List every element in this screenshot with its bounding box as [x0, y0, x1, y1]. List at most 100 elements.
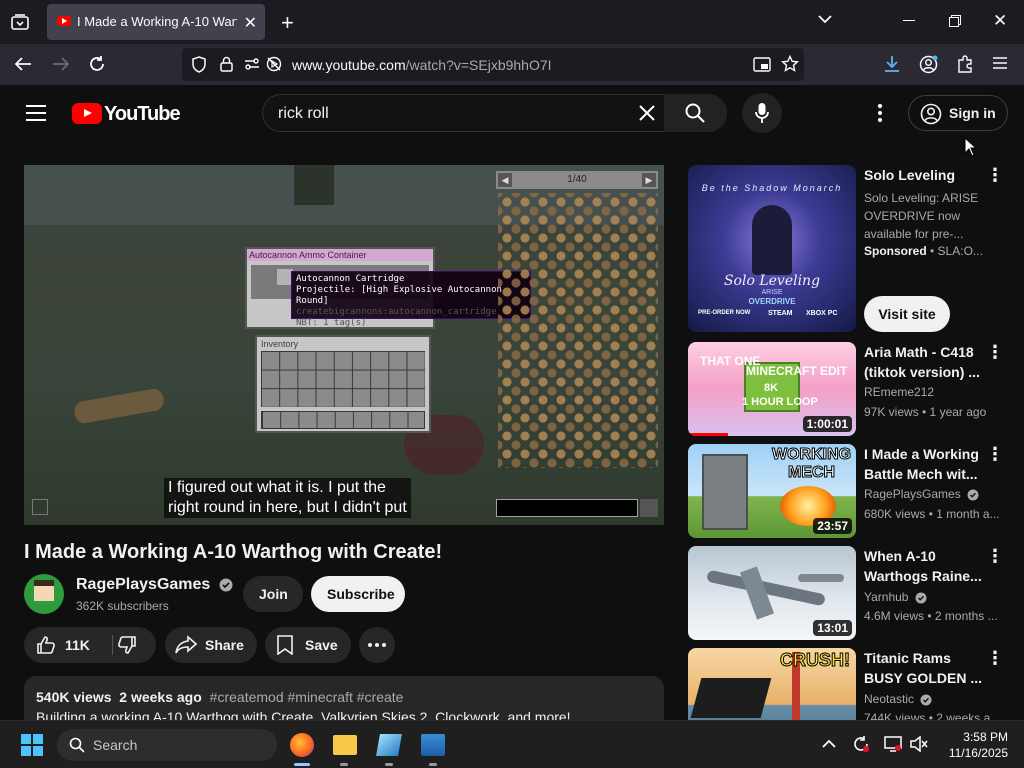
windows-start-icon[interactable]: [21, 734, 43, 756]
channel-name-text: RagePlaysGames: [864, 487, 961, 501]
ad-logo-title: Solo Leveling: [723, 273, 821, 289]
url-bar[interactable]: www.youtube.com/watch?v=SEjxb9hhO7I: [182, 48, 804, 81]
channel-name[interactable]: RagePlaysGames: [76, 576, 233, 594]
jei-next-icon[interactable]: ▶: [642, 173, 656, 187]
account-icon[interactable]: [919, 55, 938, 74]
video-more-icon[interactable]: ⋮: [986, 648, 1004, 669]
tab-manager-icon[interactable]: [10, 13, 30, 31]
sign-in-button[interactable]: Sign in: [908, 95, 1008, 131]
video-duration: 1:00:01: [802, 416, 852, 432]
reload-icon[interactable]: [88, 55, 106, 73]
search-clear-icon[interactable]: [639, 105, 655, 121]
video-more-icon[interactable]: ⋮: [986, 444, 1004, 465]
game-log: [72, 387, 166, 425]
autoplay-blocked-icon[interactable]: [266, 56, 282, 72]
save-button[interactable]: Save: [265, 627, 351, 663]
channel-name-text: Neotastic: [864, 692, 915, 706]
view-count: 540K views: [36, 689, 112, 705]
extensions-puzzle-icon[interactable]: [956, 55, 974, 73]
ammo-container-title: Autocannon Ammo Container: [247, 249, 433, 261]
description-box[interactable]: 540K views 2 weeks ago #createmod #minec…: [24, 676, 664, 720]
share-button[interactable]: Share: [165, 627, 257, 663]
voice-search-button[interactable]: [742, 93, 782, 133]
video-more-icon[interactable]: ⋮: [986, 546, 1004, 567]
network-icon[interactable]: [884, 736, 902, 752]
app-icon-1[interactable]: [376, 734, 402, 756]
sponsored-label: Sponsored: [864, 244, 927, 258]
ad-sponsor-line: Sponsored • SLA:O...: [864, 244, 983, 258]
watch-progress-bar: [688, 433, 728, 436]
browser-nav-bar: www.youtube.com/watch?v=SEjxb9hhO7I: [0, 44, 1024, 85]
jei-header: ◀ 1/40 ▶: [496, 171, 658, 189]
jei-search-field[interactable]: [496, 499, 638, 517]
system-clock[interactable]: 3:58 PM 11/16/2025: [940, 729, 1008, 761]
shield-icon[interactable]: [192, 56, 206, 73]
jei-settings-icon[interactable]: [640, 499, 658, 517]
video-thumbnail-aria-math[interactable]: THAT ONE MINECRAFT EDIT 8K 1 HOUR LOOP 1…: [688, 342, 856, 436]
ad-footer-steam: STEAM: [768, 310, 793, 317]
hashtags[interactable]: #createmod #minecraft #create: [210, 689, 404, 705]
permissions-icon[interactable]: [244, 57, 260, 71]
join-button[interactable]: Join: [243, 576, 303, 612]
taskbar-search[interactable]: Search: [57, 729, 277, 761]
video-title-battle-mech[interactable]: I Made a Working Battle Mech wit...: [864, 444, 988, 484]
firefox-running-indicator: [294, 763, 310, 766]
microphone-icon: [755, 102, 769, 124]
share-label: Share: [205, 637, 244, 653]
channel-yarnhub[interactable]: Yarnhub: [864, 590, 927, 604]
video-thumbnail-titanic[interactable]: CRUSH!: [688, 648, 856, 720]
back-arrow-icon[interactable]: [14, 56, 32, 72]
guide-menu-icon[interactable]: [26, 105, 46, 121]
video-title-a10[interactable]: When A-10 Warthogs Raine...: [864, 546, 988, 586]
downloads-icon[interactable]: [883, 55, 901, 73]
app-icon-2[interactable]: [421, 734, 445, 756]
restore-icon[interactable]: [949, 15, 961, 27]
ad-more-icon[interactable]: ⋮: [986, 165, 1004, 186]
youtube-logo[interactable]: YouTube: [72, 102, 181, 125]
video-player[interactable]: Autocannon Ammo Container Autocannon Car…: [24, 165, 664, 525]
minimize-icon[interactable]: [903, 20, 915, 21]
new-tab-plus-icon[interactable]: +: [281, 10, 294, 36]
video-title-titanic[interactable]: Titanic Rams BUSY GOLDEN ...: [864, 648, 988, 688]
volume-muted-icon[interactable]: [910, 736, 928, 752]
tray-chevron-up-icon[interactable]: [822, 739, 836, 749]
file-explorer-icon[interactable]: [333, 735, 357, 755]
visit-site-button[interactable]: Visit site: [864, 296, 950, 332]
channel-avatar[interactable]: [24, 574, 64, 614]
mouse-cursor-icon: [964, 137, 978, 157]
search-button[interactable]: [664, 94, 727, 132]
ad-thumbnail[interactable]: Be the Shadow Monarch Solo Leveling ARIS…: [688, 165, 856, 332]
jei-item-grid[interactable]: [498, 193, 658, 468]
browser-tab-active[interactable]: I Made a Working A-10 Warthog with Creat…: [47, 4, 265, 40]
menu-hamburger-icon[interactable]: [993, 57, 1007, 69]
hotbar-grid: [261, 411, 425, 429]
bookmark-star-icon[interactable]: [781, 55, 799, 73]
inventory-label: Inventory: [261, 339, 299, 349]
sync-icon[interactable]: [852, 735, 870, 753]
thumbs-down-icon[interactable]: [117, 635, 137, 655]
picture-in-picture-icon[interactable]: [753, 57, 771, 72]
video-duration: 23:57: [813, 518, 852, 534]
more-actions-button[interactable]: [359, 627, 395, 663]
video-thumbnail-battle-mech[interactable]: WORKING MECH 23:57: [688, 444, 856, 538]
subscribe-button[interactable]: Subscribe: [311, 576, 405, 612]
window-close-icon[interactable]: ✕: [993, 11, 1007, 31]
video-more-icon[interactable]: ⋮: [986, 342, 1004, 363]
join-label: Join: [259, 586, 288, 602]
like-button[interactable]: 11K: [24, 627, 112, 663]
ad-title[interactable]: Solo Leveling: [864, 165, 988, 185]
channel-rageplaysgames[interactable]: RagePlaysGames: [864, 487, 979, 501]
search-input[interactable]: rick roll: [262, 94, 727, 132]
channel-neotastic[interactable]: Neotastic: [864, 692, 932, 706]
video-thumbnail-a10[interactable]: 13:01: [688, 546, 856, 640]
video-title-aria-math[interactable]: Aria Math - C418 (tiktok version) ...: [864, 342, 988, 382]
tab-list-chevron-icon[interactable]: [818, 14, 832, 24]
settings-kebab-icon[interactable]: [878, 104, 882, 122]
channel-remem[interactable]: REmeme212: [864, 385, 934, 399]
url-text: www.youtube.com/watch?v=SEjxb9hhO7I: [292, 57, 552, 73]
lock-icon[interactable]: [220, 56, 233, 72]
forward-arrow-icon[interactable]: [52, 56, 70, 72]
firefox-icon[interactable]: [290, 733, 314, 757]
youtube-page: YouTube rick roll Sign in Autocannon Amm…: [0, 85, 1024, 720]
tab-close-icon[interactable]: ✕: [244, 13, 257, 33]
